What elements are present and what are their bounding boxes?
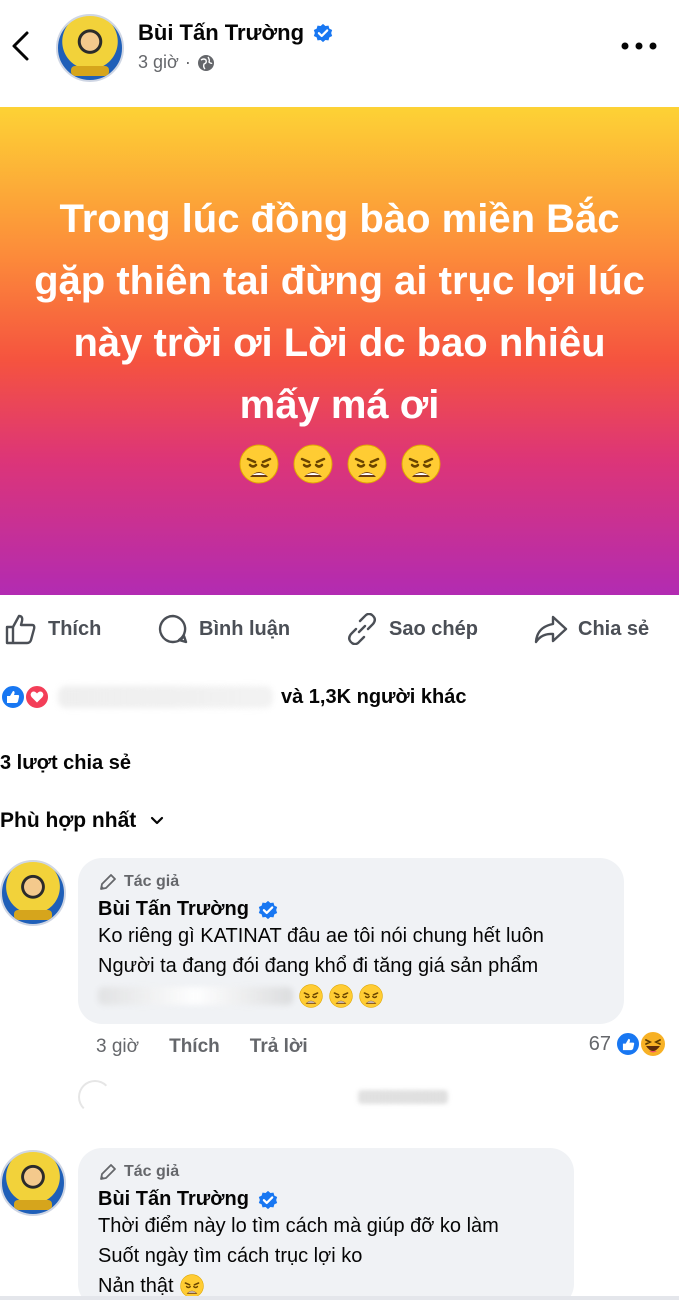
share-arrow-icon (534, 615, 568, 644)
comment-reaction-summary[interactable]: 67 (589, 1030, 667, 1058)
comment-reaction-count: 67 (588, 1032, 611, 1055)
like-button[interactable]: Thích (4, 605, 101, 653)
share-button[interactable]: Chia sẻ (534, 605, 649, 653)
comment-text-line: Suốt ngày tìm cách trục lợi ko (98, 1245, 363, 1267)
verified-badge-icon (257, 1189, 279, 1211)
post-emoji-row (239, 444, 441, 484)
post-action-bar: Thích Bình luận Sao chép Chia sẻ (0, 605, 679, 653)
verified-badge-icon (257, 899, 279, 921)
sort-label: Phù hợp nhất (0, 809, 137, 832)
post-text: Trong lúc đồng bào miền Bắc gặp thiên ta… (34, 197, 645, 427)
thumbs-up-icon (5, 614, 36, 645)
weary-face-icon (299, 984, 323, 1008)
globe-icon (197, 54, 214, 71)
meta-separator: · (184, 52, 191, 72)
comment-author-name[interactable]: Bùi Tấn Trường (98, 1188, 249, 1211)
more-options-button[interactable] (621, 34, 657, 58)
blurred-reactor-names (58, 686, 273, 708)
comment-author-avatar[interactable] (0, 1150, 66, 1216)
weary-face-icon (293, 444, 333, 484)
chevron-down-icon (151, 816, 164, 825)
comment-author-row: Bùi Tấn Trường (98, 898, 604, 921)
author-badge: Tác giả (98, 872, 604, 892)
author-badge: Tác giả (98, 1162, 554, 1182)
love-reaction-icon (24, 684, 50, 710)
more-dots-icon (621, 42, 657, 50)
comment-footer: 3 giờ Thích Trả lời (96, 1036, 308, 1058)
weary-face-icon (359, 984, 383, 1008)
author-avatar[interactable] (56, 14, 124, 82)
reactions-summary-text: và 1,3K người khác (281, 685, 467, 708)
comment-text-line: Ko riêng gì KATINAT đâu ae tôi nói chung… (98, 925, 544, 947)
copy-link-button[interactable]: Sao chép (345, 605, 478, 653)
comment-label: Bình luận (199, 617, 291, 640)
comment-sort-dropdown[interactable]: Phù hợp nhất (0, 809, 164, 833)
haha-reaction-icon (639, 1030, 667, 1058)
blurred-text (98, 987, 293, 1005)
comment-bubble-icon (158, 614, 188, 644)
share-label: Chia sẻ (578, 617, 650, 640)
pencil-icon (98, 872, 118, 892)
comment-text-line-blurred (98, 981, 604, 1011)
post-meta: 3 giờ · (138, 52, 215, 73)
comment-reply-button[interactable]: Trả lời (250, 1036, 308, 1058)
reply-avatar-placeholder (78, 1080, 112, 1114)
comment-time: 3 giờ (96, 1036, 140, 1057)
comment-author-avatar[interactable] (0, 860, 66, 926)
author-name-row[interactable]: Bùi Tấn Trường (138, 20, 334, 46)
blurred-reply-text (358, 1090, 448, 1104)
comment-bubble: Tác giả Bùi Tấn Trường Thời điểm này lo … (78, 1148, 574, 1300)
weary-face-icon (329, 984, 353, 1008)
comment-button[interactable]: Bình luận (157, 605, 290, 653)
comment-author-row: Bùi Tấn Trường (98, 1188, 554, 1211)
comment-bubble: Tác giả Bùi Tấn Trường Ko riêng gì KATIN… (78, 858, 624, 1024)
comment-text-line: Thời điểm này lo tìm cách mà giúp đỡ ko … (98, 1215, 499, 1237)
weary-face-icon (239, 444, 279, 484)
comment-author-name[interactable]: Bùi Tấn Trường (98, 898, 249, 921)
post-time[interactable]: 3 giờ (138, 52, 179, 73)
verified-badge-icon (312, 22, 334, 44)
collapsed-reply-row[interactable] (78, 1080, 458, 1114)
chevron-left-icon (12, 31, 29, 61)
comment-like-button[interactable]: Thích (169, 1036, 220, 1058)
author-badge-label: Tác giả (124, 873, 180, 890)
author-badge-label: Tác giả (124, 1163, 180, 1180)
post-header: Bùi Tấn Trường 3 giờ · (0, 0, 679, 100)
link-icon (348, 613, 376, 645)
copy-label: Sao chép (389, 617, 478, 640)
weary-face-icon (347, 444, 387, 484)
reaction-icons (0, 682, 58, 712)
reactions-summary[interactable]: và 1,3K người khác (0, 680, 466, 714)
bottom-divider (0, 1296, 679, 1300)
weary-face-icon (401, 444, 441, 484)
author-name[interactable]: Bùi Tấn Trường (138, 20, 304, 46)
like-label: Thích (48, 617, 102, 640)
like-reaction-icon (0, 684, 26, 710)
like-reaction-icon (615, 1031, 641, 1057)
back-button[interactable] (6, 28, 34, 64)
post-banner: Trong lúc đồng bào miền Bắc gặp thiên ta… (0, 107, 679, 595)
weary-face-icon (180, 1274, 204, 1298)
share-count[interactable]: 3 lượt chia sẻ (0, 752, 131, 775)
pencil-icon (98, 1162, 118, 1182)
comment-text-line: Người ta đang đói đang khổ đi tăng giá s… (98, 955, 539, 977)
